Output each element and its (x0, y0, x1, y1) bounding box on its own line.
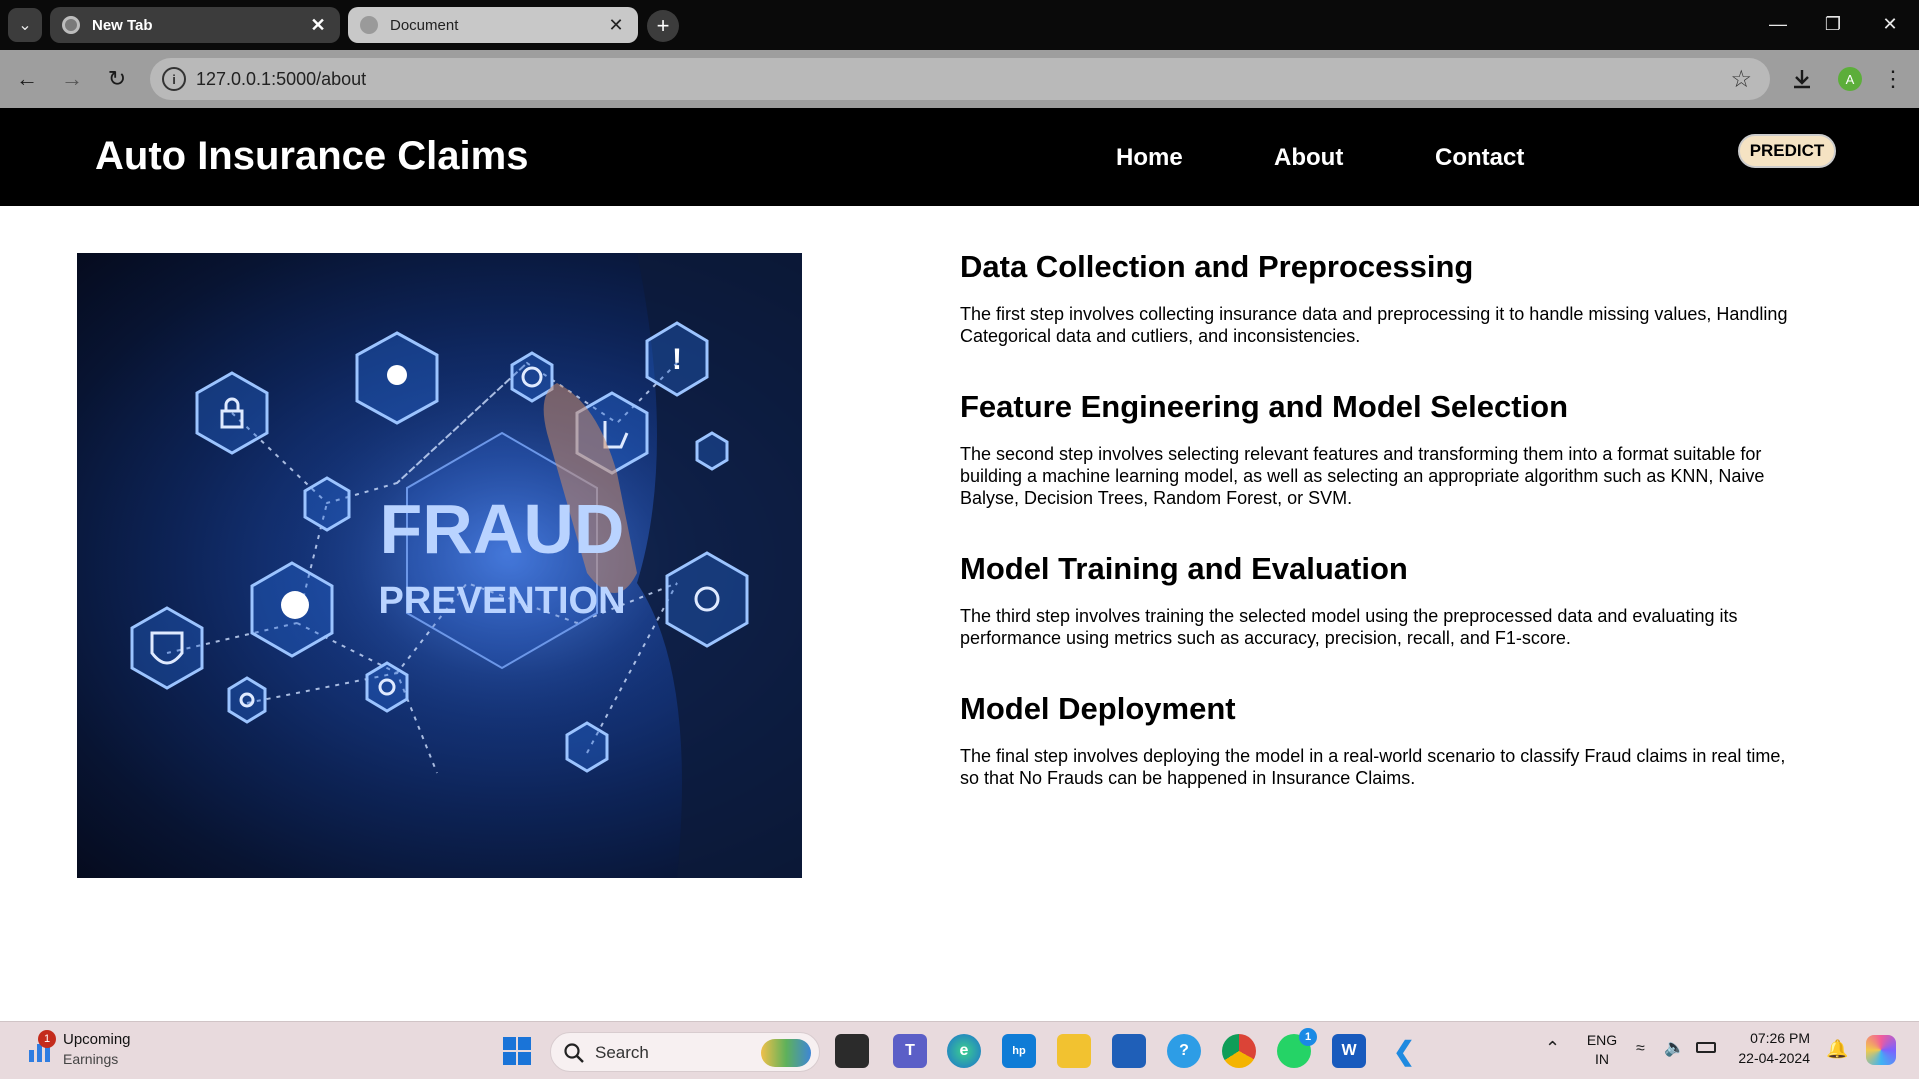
url-text[interactable]: 127.0.0.1:5000/about (196, 69, 366, 90)
tab-title: New Tab (92, 16, 153, 34)
plus-icon: + (656, 13, 670, 38)
teams-icon[interactable]: T (893, 1034, 927, 1068)
close-tab-icon[interactable]: ✕ (308, 15, 328, 36)
section-body: The first step involves collecting insur… (960, 304, 1788, 346)
bookmark-star-icon[interactable]: ☆ (1730, 65, 1752, 94)
site-brand[interactable]: Auto Insurance Claims (95, 134, 528, 179)
search-icon (564, 1043, 584, 1063)
start-button[interactable] (502, 1036, 532, 1066)
restore-button[interactable]: ❐ (1813, 8, 1853, 40)
search-highlight-icon (761, 1039, 811, 1067)
copilot-icon[interactable] (1866, 1035, 1896, 1065)
section-heading: Model Deployment (960, 691, 1236, 726)
close-icon: ✕ (1882, 13, 1898, 34)
task-view-icon[interactable] (835, 1034, 869, 1068)
stocks-widget-icon[interactable]: 1 (26, 1030, 56, 1064)
clock-date[interactable]: 22-04-2024 (1728, 1050, 1810, 1066)
downloads-button[interactable] (1785, 62, 1819, 96)
close-window-button[interactable]: ✕ (1870, 8, 1910, 40)
search-placeholder: Search (595, 1043, 649, 1062)
show-hidden-icons[interactable]: ⌃ (1545, 1038, 1560, 1059)
svg-text:!: ! (672, 343, 682, 376)
myhp-icon[interactable]: hp (1002, 1034, 1036, 1068)
tab-document[interactable]: Document ✕ (348, 7, 638, 43)
section-body: The third step involves training the sel… (960, 606, 1738, 648)
windows-logo-icon (503, 1037, 531, 1065)
section-heading: Feature Engineering and Model Selection (960, 389, 1569, 424)
edge-icon[interactable]: e (947, 1034, 981, 1068)
nav-about[interactable]: About (1274, 144, 1343, 172)
whatsapp-badge: 1 (1299, 1028, 1317, 1046)
chrome-taskbar-icon[interactable] (1222, 1034, 1256, 1068)
wifi-icon[interactable]: ≈ (1636, 1040, 1645, 1058)
section-model-training: Model Training and Evaluation The third … (960, 550, 1800, 649)
more-vertical-icon: ⋮ (1882, 66, 1904, 91)
notification-badge: 1 (38, 1030, 56, 1048)
microsoft-store-icon[interactable] (1112, 1034, 1146, 1068)
browser-menu-button[interactable]: ⋮ (1876, 62, 1910, 96)
chevron-down-icon: ⌄ (18, 17, 32, 34)
site-info-icon[interactable]: i (162, 67, 186, 91)
reload-icon: ↻ (107, 66, 127, 91)
predict-button[interactable]: PREDICT (1738, 134, 1836, 168)
hero-text-fraud: FRAUD (380, 490, 625, 568)
nav-home[interactable]: Home (1116, 144, 1183, 172)
clock-time[interactable]: 07:26 PM (1728, 1030, 1810, 1046)
widget-subtitle[interactable]: Earnings (63, 1051, 118, 1067)
close-tab-icon[interactable]: ✕ (606, 15, 626, 36)
battery-icon[interactable] (1696, 1042, 1716, 1053)
volume-icon[interactable]: 🔈 (1664, 1038, 1685, 1058)
address-bar[interactable]: i 127.0.0.1:5000/about ☆ (150, 58, 1770, 100)
arrow-left-icon: ← (16, 66, 38, 91)
windows-taskbar: 1 Upcoming Earnings Search T e hp ? 1 W … (0, 1021, 1919, 1079)
forward-button[interactable]: → (55, 62, 89, 96)
fraud-prevention-illustration: ! FRAUD PREVENTION (130, 253, 802, 878)
arrow-right-icon: → (61, 66, 83, 91)
widget-title[interactable]: Upcoming (63, 1031, 131, 1048)
language-bottom[interactable]: IN (1582, 1051, 1622, 1067)
help-icon[interactable]: ? (1167, 1034, 1201, 1068)
section-heading: Model Training and Evaluation (960, 551, 1408, 586)
language-top[interactable]: ENG (1582, 1032, 1622, 1048)
tab-new-tab[interactable]: New Tab ✕ (50, 7, 340, 43)
nav-contact[interactable]: Contact (1435, 144, 1524, 172)
browser-toolbar: ← → ↻ i 127.0.0.1:5000/about ☆ A ⋮ (0, 50, 1919, 108)
notification-bell-icon[interactable]: 🔔 (1826, 1039, 1848, 1060)
vscode-icon[interactable]: ❮ (1387, 1034, 1421, 1068)
chrome-icon (62, 16, 80, 34)
file-explorer-icon[interactable] (1057, 1034, 1091, 1068)
taskbar-search[interactable]: Search (550, 1032, 820, 1072)
section-model-deployment: Model Deployment The final step involves… (960, 690, 1800, 789)
browser-tab-strip: ⌄ New Tab ✕ Document ✕ + — ❐ ✕ (0, 0, 1919, 50)
site-header: Auto Insurance Claims Home About Contact… (0, 108, 1919, 206)
section-body: The final step involves deploying the mo… (960, 746, 1786, 788)
tab-title: Document (390, 16, 459, 34)
section-body: The second step involves selecting relev… (960, 444, 1765, 508)
section-feature-engineering: Feature Engineering and Model Selection … (960, 388, 1800, 509)
section-heading: Data Collection and Preprocessing (960, 249, 1474, 284)
hero-text-prevention: PREVENTION (378, 580, 625, 622)
minimize-button[interactable]: — (1758, 8, 1798, 40)
reload-button[interactable]: ↻ (100, 62, 134, 96)
restore-icon: ❐ (1824, 13, 1842, 34)
minimize-icon: — (1769, 13, 1787, 34)
profile-avatar[interactable]: A (1838, 67, 1862, 91)
section-data-collection: Data Collection and Preprocessing The fi… (960, 248, 1800, 347)
back-button[interactable]: ← (10, 62, 44, 96)
fraud-prevention-image: ! FRAUD PREVENTION (77, 253, 802, 878)
new-tab-button[interactable]: + (647, 10, 679, 42)
whatsapp-icon[interactable]: 1 (1277, 1028, 1317, 1068)
download-icon (1794, 70, 1810, 89)
word-icon[interactable]: W (1332, 1034, 1366, 1068)
tab-search-button[interactable]: ⌄ (8, 8, 42, 42)
globe-icon (360, 16, 378, 34)
